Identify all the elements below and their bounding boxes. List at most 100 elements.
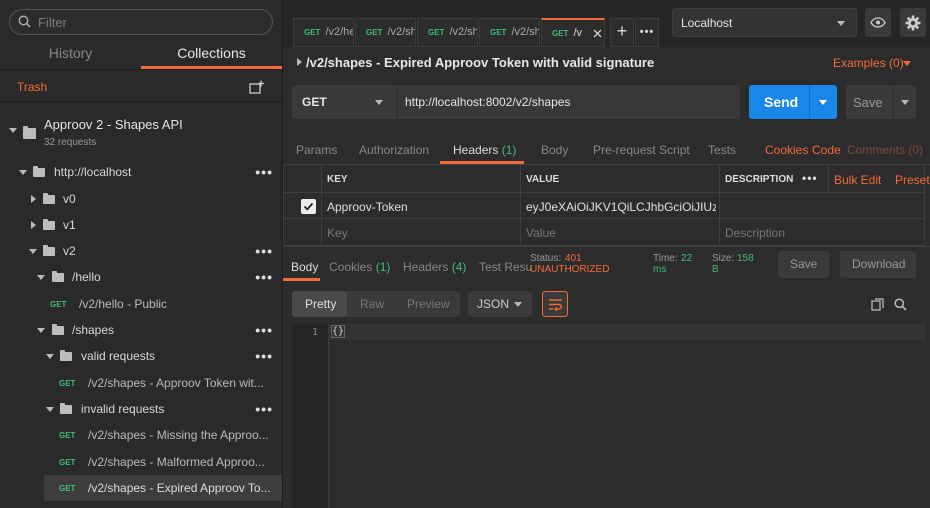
send-button[interactable]: Send <box>749 85 837 119</box>
request-invalid[interactable]: GET /v2/shapes - Malformed Approo... <box>0 449 282 475</box>
collection-name: Approov 2 - Shapes API <box>44 117 183 132</box>
cookies-link[interactable]: Cookies <box>765 143 808 157</box>
folder-v2[interactable]: v2 ••• <box>0 238 282 264</box>
description-placeholder[interactable]: Description <box>725 226 785 240</box>
column-description: DESCRIPTION <box>725 174 794 185</box>
tab-history[interactable]: History <box>0 42 141 69</box>
search-icon[interactable] <box>894 298 907 311</box>
view-preview[interactable]: Preview <box>407 297 450 311</box>
download-button[interactable]: Download <box>840 251 916 278</box>
request-title[interactable]: /v2/shapes - Expired Approov Token with … <box>306 55 654 70</box>
environment-select[interactable]: Localhost <box>672 8 857 37</box>
presets-link[interactable]: Preset <box>895 173 930 187</box>
chevron-down-icon[interactable] <box>819 100 827 105</box>
request-tab[interactable]: GET/v2/sh <box>479 18 540 47</box>
response-tab-cookies[interactable]: Cookies (1) <box>329 260 390 274</box>
close-icon[interactable] <box>593 29 602 38</box>
method-label: GET <box>302 95 327 109</box>
value-placeholder[interactable]: Value <box>526 226 556 240</box>
bulk-edit-link[interactable]: Bulk Edit <box>834 173 881 187</box>
filter-input[interactable] <box>38 14 258 30</box>
trash-link[interactable]: Trash <box>17 80 47 94</box>
request-valid[interactable]: GET /v2/shapes - Approov Token wit... <box>0 370 282 396</box>
collection-item[interactable]: Approov 2 - Shapes API 32 requests <box>0 104 282 154</box>
size-value: 158 <box>737 253 754 264</box>
chevron-right-icon[interactable] <box>297 58 302 66</box>
response-save-button[interactable]: Save <box>778 251 829 278</box>
more-icon[interactable]: ••• <box>255 243 273 259</box>
request-invalid[interactable]: GET /v2/shapes - Missing the Approo... <box>0 422 282 448</box>
more-icon[interactable]: ••• <box>255 348 273 364</box>
more-icon[interactable]: ••• <box>255 164 273 180</box>
key-placeholder[interactable]: Key <box>327 226 348 240</box>
tab-collections[interactable]: Collections <box>141 42 282 69</box>
new-tab-button[interactable]: + <box>610 18 634 47</box>
save-button[interactable]: Save <box>846 85 916 119</box>
url-input[interactable]: http://localhost:8002/v2/shapes <box>396 85 740 119</box>
time-value: 22 <box>681 253 693 264</box>
header-value[interactable]: eyJ0eXAiOiJKV1QiLCJhbGciOiJIUzI1Ni... <box>526 200 716 214</box>
header-key[interactable]: Approov-Token <box>327 200 408 214</box>
folder-v1[interactable]: v1 <box>0 212 282 238</box>
environment-label: Localhost <box>681 16 733 30</box>
tab-headers[interactable]: Headers (1) <box>440 143 524 164</box>
folder-valid-requests[interactable]: valid requests ••• <box>0 343 282 369</box>
filter-search[interactable] <box>9 9 273 35</box>
response-tab-body[interactable]: Body <box>291 260 318 274</box>
url-text: http://localhost:8002/v2/shapes <box>405 95 571 109</box>
tab-tests[interactable]: Tests <box>708 143 736 157</box>
header-enabled-checkbox[interactable] <box>301 199 316 214</box>
folder-label: http://localhost <box>54 165 132 179</box>
folder-invalid-requests[interactable]: invalid requests ••• <box>0 396 282 422</box>
view-raw[interactable]: Raw <box>360 297 384 311</box>
comments-link[interactable]: Comments (0) <box>847 143 923 157</box>
more-icon[interactable]: ••• <box>255 401 273 417</box>
chevron-down-icon[interactable] <box>901 100 909 105</box>
response-tab-test-results[interactable]: Test Results <box>479 260 531 274</box>
code-link[interactable]: Code <box>812 143 841 157</box>
save-label: Save <box>853 95 883 110</box>
environment-quicklook-button[interactable] <box>865 8 891 37</box>
chevron-down-icon <box>514 302 522 307</box>
more-icon[interactable]: ••• <box>255 269 273 285</box>
folder-icon <box>60 350 72 361</box>
eye-icon <box>870 17 886 28</box>
folder-localhost[interactable]: http://localhost ••• <box>0 159 282 185</box>
folder-hello[interactable]: /hello ••• <box>0 264 282 290</box>
method-select[interactable]: GET <box>292 85 396 119</box>
response-body-editor[interactable]: {} <box>328 324 926 508</box>
tab-prerequest-script[interactable]: Pre-request Script <box>593 143 690 157</box>
format-select[interactable]: JSON <box>468 291 532 317</box>
table-more-icon[interactable]: ••• <box>802 171 818 185</box>
tab-more-icon[interactable]: ••• <box>635 18 659 47</box>
request-label: /v2/shapes - Missing the Approo... <box>88 428 269 442</box>
request-tab[interactable]: GET/v2/he <box>293 18 354 47</box>
status-label: Status: <box>530 253 562 264</box>
request-tab[interactable]: GET/v2/sh <box>355 18 416 47</box>
line-number: 1 <box>311 327 318 338</box>
request-invalid-selected[interactable]: GET /v2/shapes - Expired Approov To... <box>44 475 282 501</box>
new-collection-icon[interactable] <box>249 80 265 95</box>
wrap-icon <box>549 299 562 311</box>
folder-shapes[interactable]: /shapes ••• <box>0 317 282 343</box>
tab-params[interactable]: Params <box>296 143 337 157</box>
collection-count: 32 requests <box>44 137 97 148</box>
method-badge: GET <box>59 484 76 493</box>
tab-authorization[interactable]: Authorization <box>359 143 429 157</box>
request-tab-active[interactable]: GET/v <box>541 18 605 47</box>
view-pretty[interactable]: Pretty <box>292 291 347 317</box>
examples-link[interactable]: Examples (0) <box>833 56 904 70</box>
time-unit: ms <box>653 264 667 275</box>
request-hello[interactable]: GET /v2/hello - Public <box>0 291 282 317</box>
folder-v0[interactable]: v0 <box>0 186 282 212</box>
copy-icon[interactable] <box>871 298 884 311</box>
more-icon[interactable]: ••• <box>255 322 273 338</box>
wrap-lines-button[interactable] <box>542 291 568 317</box>
response-tab-headers[interactable]: Headers (4) <box>403 260 466 274</box>
chevron-down-icon <box>9 128 17 133</box>
tab-body[interactable]: Body <box>541 143 568 157</box>
request-tab[interactable]: GET/v2/sh <box>417 18 478 47</box>
settings-button[interactable] <box>900 8 926 37</box>
method-badge: GET <box>50 300 67 309</box>
folder-label: v1 <box>63 218 76 232</box>
